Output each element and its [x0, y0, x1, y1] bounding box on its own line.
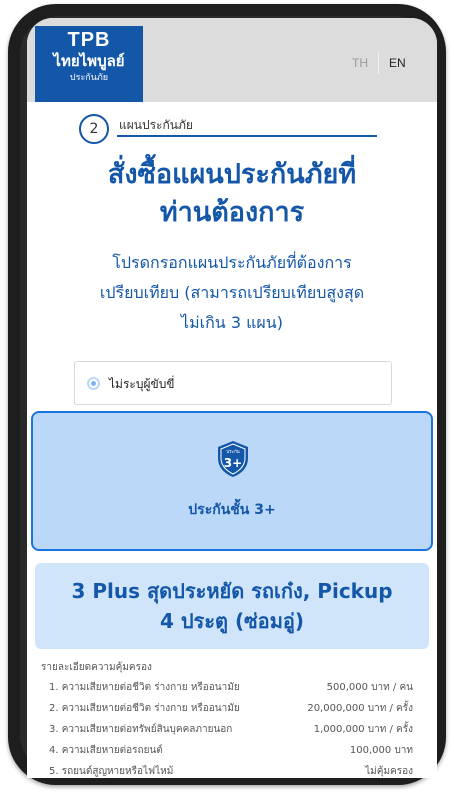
- coverage-item-name: 3. ความเสียหายต่อทรัพย์สินบุคคลภายนอก: [49, 724, 233, 735]
- shield-badge-main: 3+: [224, 456, 242, 470]
- coverage-item-value: 500,000 บาท / คน: [326, 682, 413, 693]
- package-title-line-2: 4 ประตู (ซ่อมอู่): [159, 609, 305, 633]
- description-line-2: เปรียบเทียบ (สามารถเปรียบเทียบสูงสุด: [99, 283, 365, 302]
- coverage-item-name: 1. ความเสียหายต่อชีวิต ร่างกาย หรืออนามั…: [49, 682, 240, 693]
- package-title-line-1: 3 Plus สุดประหยัด รถเก๋ง, Pickup: [71, 579, 393, 603]
- logo-text-tpb: TPB: [67, 29, 111, 51]
- coverage-row: 3. ความเสียหายต่อทรัพย์สินบุคคลภายนอก 1,…: [49, 722, 419, 742]
- page-title-line-2: ท่านต้องการ: [159, 197, 305, 228]
- step-indicator: 2 แผนประกันภัย: [79, 114, 379, 146]
- coverage-item-name: 5. รถยนต์สูญหายหรือไฟไหม้: [49, 766, 174, 777]
- coverage-row: 5. รถยนต์สูญหายหรือไฟไหม้ ไม่คุ้มครอง: [49, 764, 419, 778]
- description-line-1: โปรดกรอกแผนประกันภัยที่ต้องการ: [112, 253, 352, 272]
- logo-text-thai: ไทยไพบูลย์: [53, 52, 125, 70]
- plan-class-label: ประกันชั้น 3+: [188, 502, 276, 518]
- coverage-item-value: ไม่คุ้มครอง: [365, 766, 413, 777]
- coverage-row: 2. ความเสียหายต่อชีวิต ร่างกาย หรืออนามั…: [49, 701, 419, 721]
- step-number: 2: [79, 114, 109, 144]
- shield-icon: ประกัน 3+: [218, 441, 248, 477]
- lang-divider: [378, 52, 379, 74]
- coverage-row: 4. ความเสียหายต่อรถยนต์ 100,000 บาท: [49, 743, 419, 763]
- step-label: แผนประกันภัย: [119, 118, 193, 132]
- description-line-3: ไม่เกิน 3 แผน): [181, 313, 283, 332]
- coverage-item-name: 4. ความเสียหายต่อรถยนต์: [49, 745, 163, 756]
- page-title-line-1: สั่งซื้อแผนประกันภัยที่: [107, 159, 357, 190]
- coverage-heading: รายละเอียดความคุ้มครอง: [41, 662, 152, 673]
- coverage-item-value: 1,000,000 บาท / ครั้ง: [313, 724, 413, 735]
- app-screen: TPB ไทยไพบูลย์ ประกันภัย TH EN 2 แผนประก…: [27, 18, 437, 778]
- driver-option-label: ไม่ระบุผู้ขับขี่: [109, 377, 175, 391]
- coverage-row: 1. ความเสียหายต่อชีวิต ร่างกาย หรืออนามั…: [49, 680, 419, 700]
- driver-option-box[interactable]: ไม่ระบุผู้ขับขี่: [74, 361, 392, 405]
- lang-en-button[interactable]: EN: [389, 56, 406, 70]
- coverage-item-value: 20,000,000 บาท / ครั้ง: [307, 703, 413, 714]
- header-bar: TPB ไทยไพบูลย์ ประกันภัย TH EN: [27, 18, 437, 102]
- step-underline: [117, 135, 377, 137]
- shield-badge-top: ประกัน: [226, 449, 240, 455]
- driver-option-radio[interactable]: [87, 377, 100, 390]
- coverage-item-name: 2. ความเสียหายต่อชีวิต ร่างกาย หรืออนามั…: [49, 703, 240, 714]
- tpb-logo[interactable]: TPB ไทยไพบูลย์ ประกันภัย: [35, 26, 143, 102]
- coverage-item-value: 100,000 บาท: [349, 745, 413, 756]
- lang-th-button[interactable]: TH: [352, 56, 368, 70]
- package-title-box: 3 Plus สุดประหยัด รถเก๋ง, Pickup 4 ประตู…: [35, 563, 429, 649]
- logo-text-insurance: ประกันภัย: [69, 73, 109, 83]
- plan-class-3plus-card[interactable]: ประกัน 3+ ประกันชั้น 3+: [31, 411, 433, 551]
